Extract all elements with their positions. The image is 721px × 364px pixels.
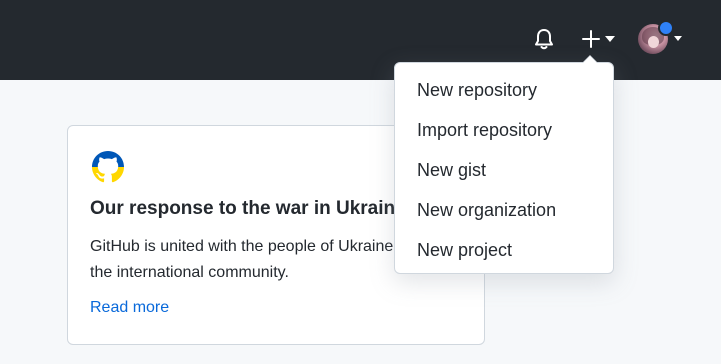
notifications-button[interactable] bbox=[531, 26, 557, 52]
bell-icon bbox=[535, 29, 553, 50]
menu-item-new-organization[interactable]: New organization bbox=[395, 193, 613, 233]
create-new-dropdown: New repository Import repository New gis… bbox=[394, 55, 614, 274]
dropdown-arrow bbox=[582, 55, 598, 63]
menu-item-new-project[interactable]: New project bbox=[395, 233, 613, 273]
chevron-down-icon bbox=[605, 36, 615, 42]
user-menu-button[interactable] bbox=[636, 20, 686, 56]
chevron-down-icon bbox=[674, 36, 682, 41]
menu-item-import-repository[interactable]: Import repository bbox=[395, 113, 613, 153]
card-title: Our response to the war in Ukraine bbox=[90, 198, 406, 219]
read-more-link[interactable]: Read more bbox=[90, 299, 169, 317]
menu-item-new-repository[interactable]: New repository bbox=[395, 73, 613, 113]
menu-item-new-gist[interactable]: New gist bbox=[395, 153, 613, 193]
github-ukraine-logo-icon bbox=[92, 151, 124, 183]
status-dot-icon bbox=[658, 20, 674, 36]
plus-icon bbox=[582, 30, 600, 48]
create-new-button[interactable] bbox=[576, 26, 620, 52]
